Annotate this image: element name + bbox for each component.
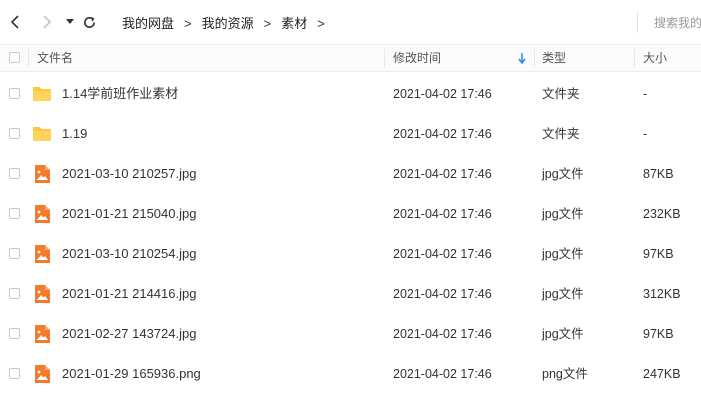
file-row[interactable]: 2021-03-10 210254.jpg 2021-04-02 17:46 jpg… bbox=[0, 234, 701, 274]
folder-icon bbox=[32, 124, 52, 144]
breadcrumb-separator: > bbox=[184, 16, 192, 31]
file-name[interactable]: 2021-01-29 165936.png bbox=[62, 354, 201, 394]
file-row[interactable]: 2021-01-21 214416.jpg 2021-04-02 17:46 jpg… bbox=[0, 274, 701, 314]
file-list-header: 文件名 修改时间 类型 大小 bbox=[0, 44, 701, 72]
select-all-checkbox[interactable] bbox=[9, 52, 20, 63]
file-size: 232KB bbox=[643, 207, 681, 221]
column-divider bbox=[28, 49, 29, 67]
search-input[interactable]: 搜索我的文件 bbox=[654, 14, 701, 31]
row-checkbox[interactable] bbox=[9, 328, 20, 339]
refresh-button[interactable] bbox=[79, 12, 99, 32]
file-name[interactable]: 2021-03-10 210254.jpg bbox=[62, 234, 196, 274]
image-file-icon bbox=[32, 284, 52, 304]
sort-descending-icon[interactable] bbox=[518, 53, 526, 64]
file-name[interactable]: 2021-01-21 214416.jpg bbox=[62, 274, 196, 314]
chevron-left-icon bbox=[10, 15, 19, 29]
file-type: 文件夹 bbox=[542, 87, 580, 101]
image-file-icon bbox=[32, 204, 52, 224]
breadcrumb-separator: > bbox=[263, 16, 272, 31]
file-row[interactable]: 1.14学前班作业素材 2021-04-02 17:46 文件夹 - bbox=[0, 74, 701, 114]
column-divider bbox=[534, 49, 535, 67]
file-type: jpg文件 bbox=[542, 207, 584, 221]
file-name[interactable]: 2021-02-27 143724.jpg bbox=[62, 314, 196, 354]
file-row[interactable]: 2021-02-27 143724.jpg 2021-04-02 17:46 jpg… bbox=[0, 314, 701, 354]
column-divider bbox=[634, 49, 635, 67]
history-dropdown-button[interactable] bbox=[60, 12, 80, 32]
back-button[interactable] bbox=[6, 12, 26, 32]
file-row[interactable]: 1.19 2021-04-02 17:46 文件夹 - bbox=[0, 114, 701, 154]
image-file-icon bbox=[32, 164, 52, 184]
row-checkbox[interactable] bbox=[9, 288, 20, 299]
toolbar: 我的网盘 > 我的资源 > 素材 > 搜索我的文件 bbox=[0, 0, 701, 44]
row-checkbox[interactable] bbox=[9, 88, 20, 99]
file-type: jpg文件 bbox=[542, 167, 584, 181]
chevron-right-icon bbox=[43, 15, 52, 29]
file-size: 247KB bbox=[643, 367, 681, 381]
toolbar-divider bbox=[637, 11, 638, 33]
row-checkbox[interactable] bbox=[9, 248, 20, 259]
breadcrumb: 我的网盘 > 我的资源 > 素材 > bbox=[122, 13, 335, 32]
file-name[interactable]: 2021-03-10 210257.jpg bbox=[62, 154, 196, 194]
file-size: 97KB bbox=[643, 247, 674, 261]
row-checkbox[interactable] bbox=[9, 168, 20, 179]
caret-down-icon bbox=[66, 19, 74, 24]
column-header-modified[interactable]: 修改时间 bbox=[393, 45, 441, 71]
row-checkbox[interactable] bbox=[9, 208, 20, 219]
file-row[interactable]: 2021-03-10 210257.jpg 2021-04-02 17:46 jpg… bbox=[0, 154, 701, 194]
breadcrumb-separator: > bbox=[317, 16, 325, 31]
breadcrumb-item-my-drive[interactable]: 我的网盘 bbox=[122, 13, 174, 32]
refresh-icon bbox=[83, 16, 95, 28]
file-name[interactable]: 1.19 bbox=[62, 114, 87, 154]
file-type: jpg文件 bbox=[542, 247, 584, 261]
file-modified-time: 2021-04-02 17:46 bbox=[393, 87, 492, 101]
file-type: png文件 bbox=[542, 367, 588, 381]
row-checkbox[interactable] bbox=[9, 128, 20, 139]
breadcrumb-item-my-resources[interactable]: 我的资源 bbox=[202, 13, 254, 32]
breadcrumb-item-materials[interactable]: 素材 bbox=[281, 13, 307, 32]
row-checkbox[interactable] bbox=[9, 368, 20, 379]
file-modified-time: 2021-04-02 17:46 bbox=[393, 367, 492, 381]
file-modified-time: 2021-04-02 17:46 bbox=[393, 327, 492, 341]
image-file-icon bbox=[32, 244, 52, 264]
file-size: - bbox=[643, 87, 648, 101]
file-modified-time: 2021-04-02 17:46 bbox=[393, 167, 492, 181]
file-name[interactable]: 1.14学前班作业素材 bbox=[62, 74, 178, 114]
file-size: 312KB bbox=[643, 287, 681, 301]
file-row[interactable]: 2021-01-29 165936.png 2021-04-02 17:46 png… bbox=[0, 354, 701, 394]
file-size: - bbox=[643, 127, 648, 141]
file-modified-time: 2021-04-02 17:46 bbox=[393, 127, 492, 141]
column-header-name[interactable]: 文件名 bbox=[37, 45, 73, 71]
file-modified-time: 2021-04-02 17:46 bbox=[393, 207, 492, 221]
column-header-size[interactable]: 大小 bbox=[643, 45, 667, 71]
file-modified-time: 2021-04-02 17:46 bbox=[393, 287, 492, 301]
column-divider bbox=[384, 49, 385, 67]
file-name[interactable]: 2021-01-21 215040.jpg bbox=[62, 194, 196, 234]
file-size: 87KB bbox=[643, 167, 674, 181]
image-file-icon bbox=[32, 364, 52, 384]
file-row[interactable]: 2021-01-21 215040.jpg 2021-04-02 17:46 jpg… bbox=[0, 194, 701, 234]
column-header-type[interactable]: 类型 bbox=[542, 45, 566, 71]
file-type: 文件夹 bbox=[542, 127, 580, 141]
file-modified-time: 2021-04-02 17:46 bbox=[393, 247, 492, 261]
file-size: 97KB bbox=[643, 327, 674, 341]
forward-button[interactable] bbox=[36, 12, 56, 32]
file-type: jpg文件 bbox=[542, 327, 584, 341]
folder-icon bbox=[32, 84, 52, 104]
file-type: jpg文件 bbox=[542, 287, 584, 301]
image-file-icon bbox=[32, 324, 52, 344]
